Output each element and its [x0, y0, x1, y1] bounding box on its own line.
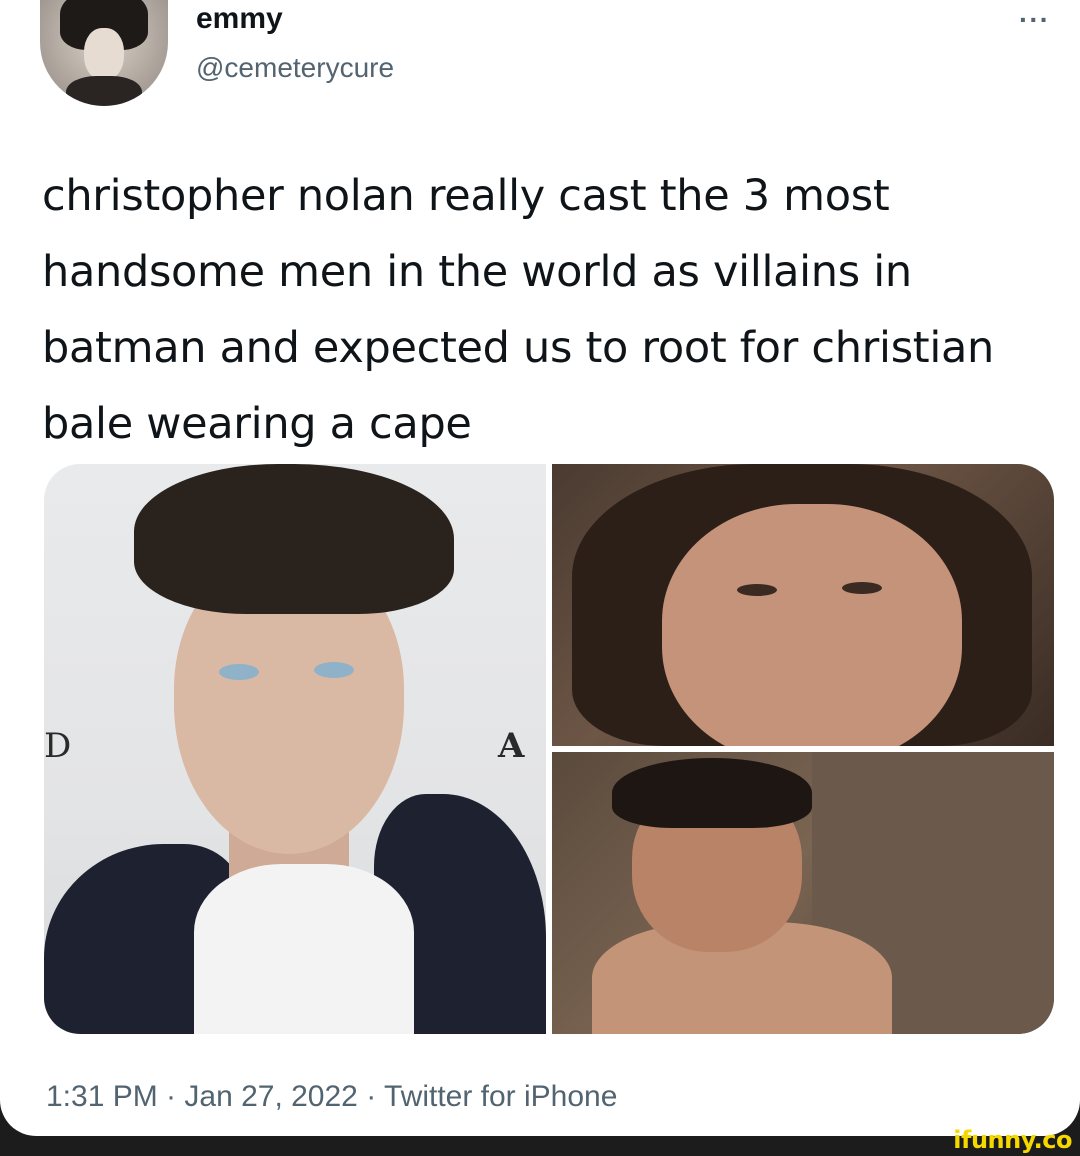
display-name[interactable]: emmy — [196, 2, 283, 36]
media-photo-3[interactable] — [552, 752, 1054, 1034]
photo1-eye-left — [219, 664, 259, 680]
photo2-eye-left — [737, 584, 777, 596]
photo2-face — [662, 504, 962, 746]
watermark-logo: ifunny.co — [953, 1126, 1072, 1154]
photo2-eye-right — [842, 582, 882, 594]
photo3-hair — [612, 758, 812, 828]
photo1-shirt — [194, 864, 414, 1034]
media-photo-2[interactable] — [552, 464, 1054, 746]
photo1-sign-letter-right: A — [498, 726, 525, 766]
user-handle[interactable]: @cemeterycure — [196, 52, 394, 84]
avatar[interactable] — [40, 0, 168, 106]
photo1-hair — [134, 464, 454, 614]
tweet-card: emmy @cemeterycure ··· christopher nolan… — [0, 0, 1080, 1136]
avatar-coat — [66, 76, 142, 106]
photo1-eye-right — [314, 662, 354, 678]
more-options-icon[interactable]: ··· — [1019, 4, 1050, 36]
media-photo-1[interactable]: D A — [44, 464, 546, 1034]
tweet-text: christopher nolan really cast the 3 most… — [42, 171, 995, 449]
tweet-timestamp[interactable]: 1:31 PM · Jan 27, 2022 · Twitter for iPh… — [46, 1080, 617, 1114]
screenshot-frame: emmy @cemeterycure ··· christopher nolan… — [0, 0, 1080, 1156]
tweet-media-grid: D A — [44, 464, 1054, 1034]
avatar-face — [84, 28, 124, 80]
photo1-sign-letter-left: D — [44, 726, 72, 766]
